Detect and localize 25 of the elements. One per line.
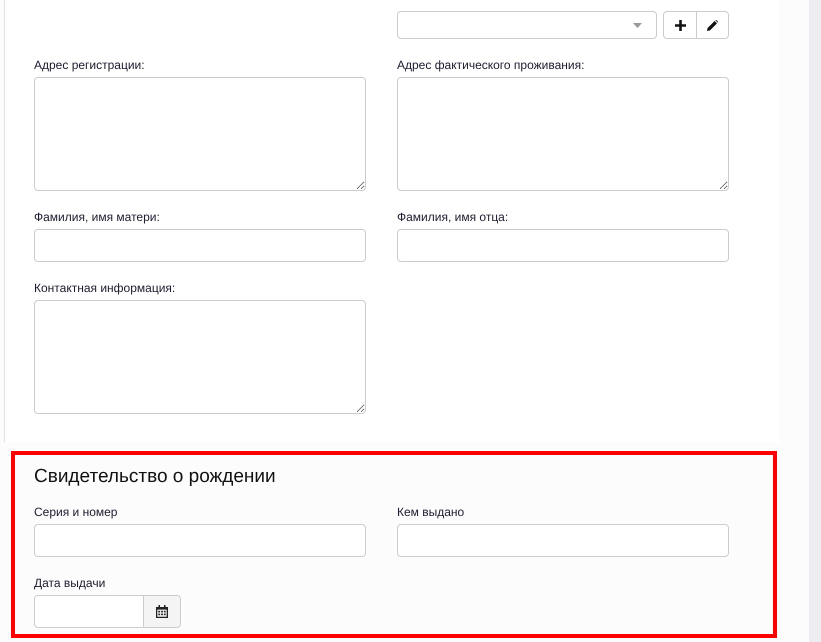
plus-icon: [674, 20, 686, 30]
field-label: Адрес регистрации:: [34, 58, 145, 72]
input-field[interactable]: [397, 229, 729, 262]
field-label: Дата выдачи: [34, 576, 106, 590]
textarea-field[interactable]: [397, 77, 729, 191]
textarea-field[interactable]: [34, 300, 366, 414]
field-label: Серия и номер: [34, 505, 118, 519]
field-label: Контактная информация:: [34, 281, 176, 295]
calendar-button[interactable]: [144, 595, 181, 628]
date-input-field[interactable]: [34, 595, 144, 628]
pencil-icon: [707, 20, 718, 30]
edit-button[interactable]: [697, 11, 729, 39]
add-button[interactable]: [663, 11, 697, 39]
input-field[interactable]: [34, 229, 366, 262]
section-title: Свидетельство о рождении: [34, 465, 277, 488]
caret-icon: [633, 22, 642, 28]
input-field[interactable]: [34, 524, 366, 557]
field-label: Фамилия, имя отца:: [397, 210, 508, 224]
input-field[interactable]: [397, 524, 729, 557]
textarea-field[interactable]: [34, 77, 366, 191]
calendar-icon: [156, 605, 168, 618]
field-label: Кем выдано: [397, 505, 464, 519]
field-label: Фамилия, имя матери:: [34, 210, 160, 224]
dropdown-field[interactable]: [397, 11, 657, 39]
field-label: Адрес фактического проживания:: [397, 58, 584, 72]
